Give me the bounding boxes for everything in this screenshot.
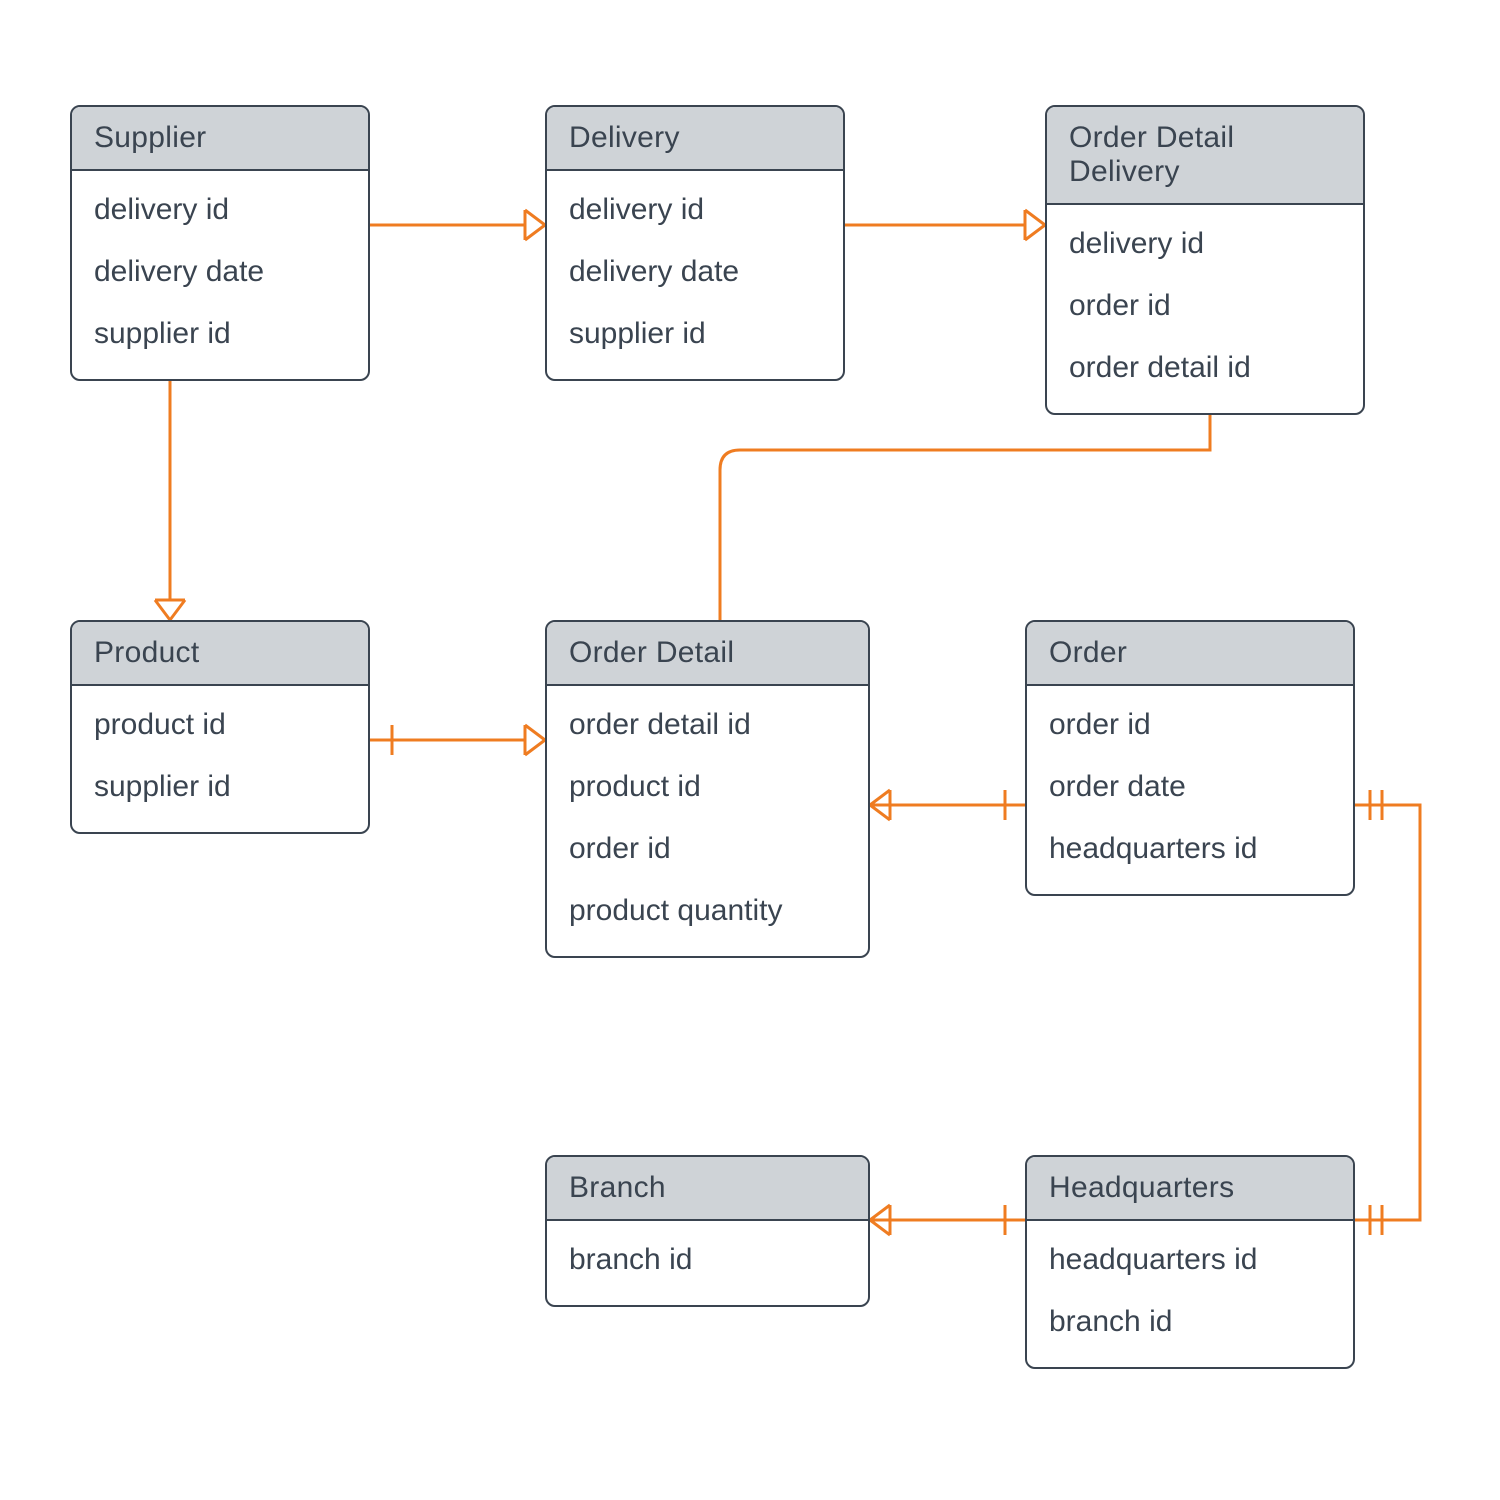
entity-branch[interactable]: Branch branch id [545, 1155, 870, 1307]
entity-attrs: delivery id order id order detail id [1047, 205, 1363, 413]
attr-text: branch id [1049, 1291, 1331, 1353]
entity-attrs: delivery id delivery date supplier id [547, 171, 843, 379]
attr-text: delivery id [94, 179, 346, 241]
attr-text: supplier id [94, 756, 346, 818]
attr-text: supplier id [94, 303, 346, 365]
attr-text: delivery id [1069, 213, 1341, 275]
entity-order-detail-delivery[interactable]: Order Detail Delivery delivery id order … [1045, 105, 1365, 415]
entity-attrs: order detail id product id order id prod… [547, 686, 868, 956]
entity-attrs: branch id [547, 1221, 868, 1305]
entity-title: Product [72, 622, 368, 686]
entity-order-detail[interactable]: Order Detail order detail id product id … [545, 620, 870, 958]
entity-delivery[interactable]: Delivery delivery id delivery date suppl… [545, 105, 845, 381]
entity-title: Delivery [547, 107, 843, 171]
attr-text: order date [1049, 756, 1331, 818]
entity-supplier[interactable]: Supplier delivery id delivery date suppl… [70, 105, 370, 381]
attr-text: product id [569, 756, 846, 818]
entity-title: Headquarters [1027, 1157, 1353, 1221]
entity-title: Supplier [72, 107, 368, 171]
attr-text: delivery date [569, 241, 821, 303]
entity-attrs: order id order date headquarters id [1027, 686, 1353, 894]
entity-title: Order Detail Delivery [1047, 107, 1363, 205]
attr-text: headquarters id [1049, 1229, 1331, 1291]
entity-attrs: delivery id delivery date supplier id [72, 171, 368, 379]
entity-title: Order [1027, 622, 1353, 686]
attr-text: delivery id [569, 179, 821, 241]
entity-title: Branch [547, 1157, 868, 1221]
entity-title: Order Detail [547, 622, 868, 686]
attr-text: headquarters id [1049, 818, 1331, 880]
attr-text: delivery date [94, 241, 346, 303]
entity-attrs: product id supplier id [72, 686, 368, 832]
attr-text: order id [1069, 275, 1341, 337]
attr-text: order detail id [569, 694, 846, 756]
attr-text: product quantity [569, 880, 846, 942]
entity-attrs: headquarters id branch id [1027, 1221, 1353, 1367]
entity-order[interactable]: Order order id order date headquarters i… [1025, 620, 1355, 896]
attr-text: branch id [569, 1229, 846, 1291]
attr-text: supplier id [569, 303, 821, 365]
attr-text: order id [1049, 694, 1331, 756]
entity-product[interactable]: Product product id supplier id [70, 620, 370, 834]
entity-headquarters[interactable]: Headquarters headquarters id branch id [1025, 1155, 1355, 1369]
attr-text: product id [94, 694, 346, 756]
attr-text: order detail id [1069, 337, 1341, 399]
